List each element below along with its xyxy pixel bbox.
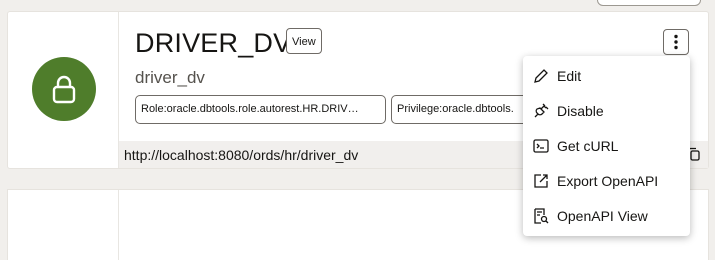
- menu-item-get-curl[interactable]: Get cURL: [523, 128, 690, 163]
- top-toolbar-button[interactable]: [597, 0, 701, 6]
- avatar: [32, 57, 96, 121]
- view-button[interactable]: View: [286, 28, 322, 54]
- card-title: DRIVER_DV: [135, 28, 292, 58]
- menu-item-openapi-view[interactable]: OpenAPI View: [523, 198, 690, 233]
- menu-item-label: OpenAPI View: [557, 208, 648, 224]
- kebab-icon: [674, 34, 678, 50]
- pencil-icon: [534, 69, 548, 83]
- actions-menu: Edit Disable Get cURL Export OpenAPI Ope…: [523, 56, 690, 236]
- endpoint-url[interactable]: http://localhost:8080/ords/hr/driver_dv: [124, 147, 358, 163]
- unplug-icon: [534, 103, 549, 118]
- export-icon: [534, 174, 548, 188]
- card-subtitle: driver_dv: [135, 68, 205, 87]
- privilege-tag[interactable]: Privilege:oracle.dbtools.: [391, 95, 531, 124]
- role-tag[interactable]: Role:oracle.dbtools.role.autorest.HR.DRI…: [135, 95, 386, 124]
- document-search-icon: [534, 208, 549, 224]
- card-divider: [118, 190, 119, 260]
- menu-item-edit[interactable]: Edit: [523, 58, 690, 93]
- more-actions-button[interactable]: [663, 29, 689, 55]
- menu-item-label: Export OpenAPI: [557, 173, 659, 189]
- menu-item-label: Edit: [557, 68, 582, 84]
- menu-item-disable[interactable]: Disable: [523, 93, 690, 128]
- menu-item-export-openapi[interactable]: Export OpenAPI: [523, 163, 690, 198]
- menu-item-label: Disable: [557, 103, 604, 119]
- terminal-icon: [533, 139, 549, 153]
- lock-icon: [52, 75, 76, 104]
- menu-item-label: Get cURL: [557, 138, 619, 154]
